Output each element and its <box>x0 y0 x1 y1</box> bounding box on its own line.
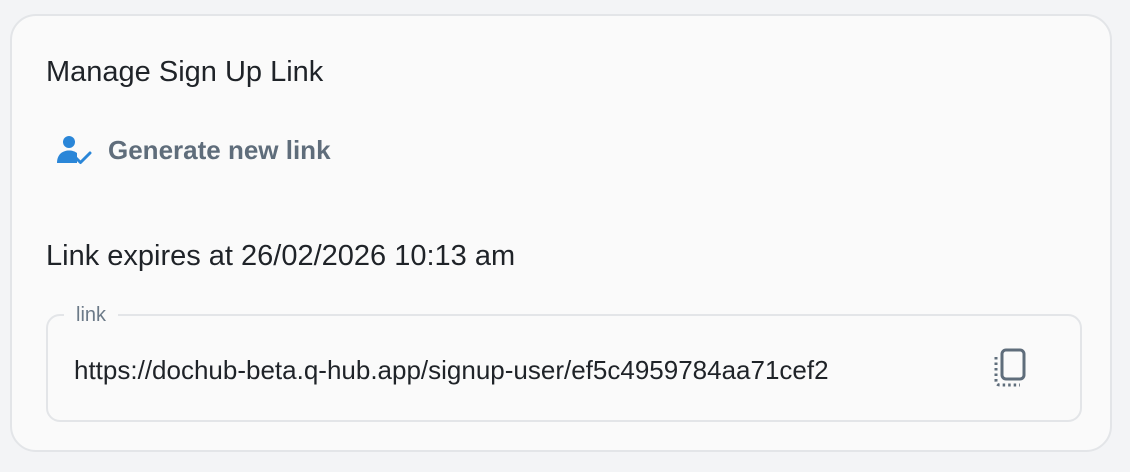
expiry-datetime: 26/02/2026 10:13 am <box>241 240 516 272</box>
expiry-prefix: Link expires at <box>46 240 233 272</box>
card-title: Manage Sign Up Link <box>46 56 324 88</box>
signup-link-card: Manage Sign Up Link Generate new link Li… <box>10 14 1112 452</box>
link-field-label: link <box>64 303 119 327</box>
copy-icon <box>992 347 1032 394</box>
link-input[interactable] <box>74 350 962 390</box>
generate-new-link-label: Generate new link <box>108 134 331 165</box>
generate-new-link-button[interactable]: Generate new link <box>44 122 345 178</box>
link-field: link <box>46 303 1082 422</box>
copy-link-button[interactable] <box>988 346 1036 394</box>
user-check-icon <box>54 130 94 170</box>
link-expiry-text: Link expires at 26/02/2026 10:13 am <box>46 240 515 273</box>
